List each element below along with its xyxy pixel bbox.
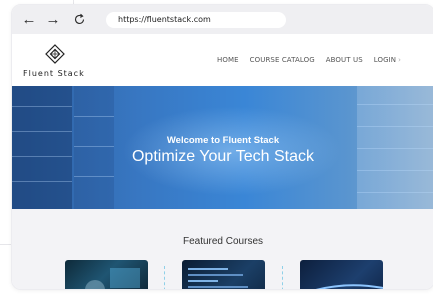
arrow-left-icon[interactable]: ← xyxy=(20,9,38,29)
nav-link-home[interactable]: HOME xyxy=(217,56,239,64)
hero-title: Optimize Your Tech Stack xyxy=(131,148,315,165)
featured-courses-title: Featured Courses xyxy=(182,236,264,247)
logo-text: Fluent Stack xyxy=(23,69,85,78)
arrow-right-icon[interactable]: → xyxy=(44,9,62,29)
featured-courses-section: Featured Courses xyxy=(12,209,433,289)
main-nav: HOME COURSE CATALOG ABOUT US LOGIN xyxy=(217,56,401,64)
diamond-logo-icon[interactable] xyxy=(45,44,65,64)
site-header: Fluent Stack HOME COURSE CATALOG ABOUT U… xyxy=(12,34,433,86)
reload-icon[interactable] xyxy=(70,9,88,29)
nav-link-about-us[interactable]: ABOUT US xyxy=(326,56,363,64)
address-bar[interactable]: https://fluentstack.com xyxy=(106,12,286,28)
browser-toolbar: ← → https://fluentstack.com xyxy=(12,5,433,34)
course-card-image[interactable] xyxy=(182,260,265,289)
url-text: https://fluentstack.com xyxy=(118,15,211,24)
hero-banner: Welcome to Fluent Stack Optimize Your Te… xyxy=(12,86,433,209)
course-card-image[interactable] xyxy=(65,260,148,289)
course-divider xyxy=(164,266,165,289)
nav-link-login[interactable]: LOGIN xyxy=(374,56,401,64)
browser-window: ← → https://fluentstack.com Fluent Stack… xyxy=(11,4,433,290)
hero-subtitle: Welcome to Fluent Stack xyxy=(166,135,280,146)
course-card-image[interactable] xyxy=(300,260,383,289)
background-grid-line xyxy=(0,244,11,245)
nav-link-course-catalog[interactable]: COURSE CATALOG xyxy=(250,56,315,64)
course-divider xyxy=(282,266,283,289)
